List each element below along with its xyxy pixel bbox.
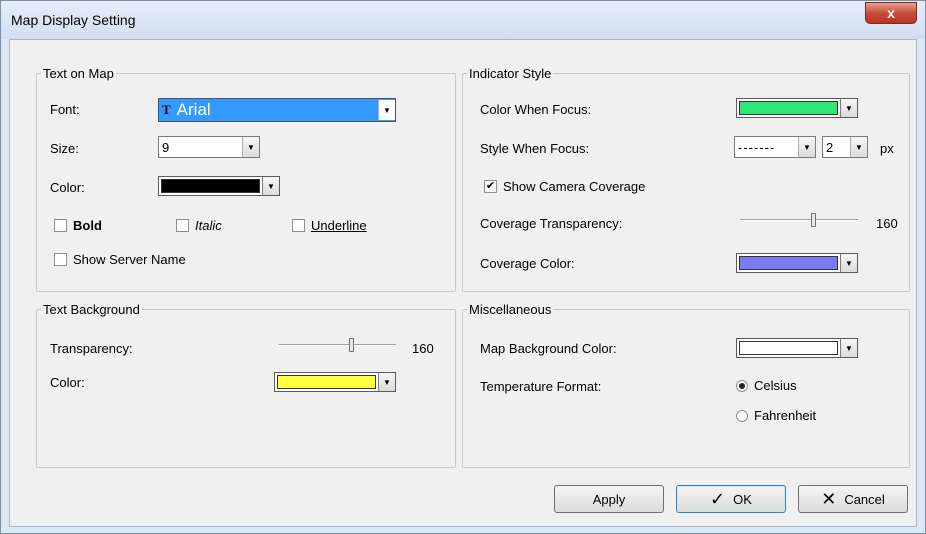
size-select[interactable]: 9 ▼ <box>158 136 260 158</box>
text-background-legend: Text Background <box>43 302 140 317</box>
text-color-label: Color: <box>50 180 85 195</box>
fahrenheit-radio-dot[interactable] <box>736 409 748 422</box>
ok-button-label: OK <box>733 491 752 507</box>
underline-label: Underline <box>311 218 367 233</box>
show-camera-coverage-label: Show Camera Coverage <box>503 179 646 194</box>
map-background-color-swatch <box>739 341 838 355</box>
cancel-x-icon: ✕ <box>821 489 837 509</box>
coverage-color-picker[interactable]: ▼ <box>736 253 858 273</box>
underline-checkbox[interactable]: Underline <box>292 218 367 233</box>
line-width-unit: px <box>880 141 894 156</box>
font-value: Arial <box>176 100 211 119</box>
show-camera-coverage-checkbox-box[interactable]: ✔ <box>484 180 497 193</box>
bold-label: Bold <box>73 218 102 233</box>
style-when-focus-label: Style When Focus: <box>480 141 590 156</box>
coverage-transparency-label: Coverage Transparency: <box>480 216 623 231</box>
background-color-dropdown-arrow[interactable]: ▼ <box>378 373 395 391</box>
line-style-value: ------- <box>738 139 776 155</box>
celsius-radio[interactable]: Celsius <box>736 378 797 393</box>
text-color-dropdown-arrow[interactable]: ▼ <box>262 177 279 195</box>
color-when-focus-label: Color When Focus: <box>480 102 592 117</box>
font-label: Font: <box>50 102 80 117</box>
coverage-transparency-value: 160 <box>876 216 898 231</box>
indicator-style-legend: Indicator Style <box>469 66 552 81</box>
coverage-color-dropdown-arrow[interactable]: ▼ <box>840 254 857 272</box>
italic-checkbox[interactable]: Italic <box>176 218 222 233</box>
window-title: Map Display Setting <box>11 12 136 28</box>
font-type-icon: T <box>162 102 171 117</box>
size-dropdown-arrow[interactable]: ▼ <box>242 137 259 157</box>
focus-color-swatch <box>739 101 838 115</box>
show-server-name-checkbox[interactable]: Show Server Name <box>54 252 186 267</box>
celsius-label: Celsius <box>754 378 797 393</box>
cancel-button-label: Cancel <box>844 491 885 507</box>
size-label: Size: <box>50 141 79 156</box>
close-icon: x <box>887 5 895 21</box>
focus-color-picker[interactable]: ▼ <box>736 98 858 118</box>
close-button[interactable]: x <box>865 2 917 24</box>
line-style-dropdown-arrow[interactable]: ▼ <box>798 137 815 157</box>
background-color-swatch <box>277 375 376 389</box>
text-transparency-slider[interactable] <box>278 337 396 353</box>
focus-color-dropdown-arrow[interactable]: ▼ <box>840 99 857 117</box>
apply-button-label: Apply <box>592 491 626 507</box>
map-background-color-picker[interactable]: ▼ <box>736 338 858 358</box>
fahrenheit-label: Fahrenheit <box>754 408 817 423</box>
size-value: 9 <box>162 139 170 155</box>
background-color-picker[interactable]: ▼ <box>274 372 396 392</box>
line-width-value: 2 <box>826 139 834 155</box>
coverage-color-label: Coverage Color: <box>480 256 575 271</box>
apply-button[interactable]: Apply <box>554 485 664 513</box>
show-camera-coverage-checkbox[interactable]: ✔ Show Camera Coverage <box>484 179 645 194</box>
map-background-color-label: Map Background Color: <box>480 341 617 356</box>
line-width-dropdown-arrow[interactable]: ▼ <box>850 137 867 157</box>
bold-checkbox-box[interactable] <box>54 219 67 232</box>
text-transparency-thumb[interactable] <box>349 338 354 352</box>
checkmark-icon: ✓ <box>710 489 726 509</box>
celsius-radio-dot[interactable] <box>736 379 748 392</box>
map-background-color-dropdown-arrow[interactable]: ▼ <box>840 339 857 357</box>
title-bar[interactable]: Map Display Setting x <box>1 1 925 39</box>
fahrenheit-radio[interactable]: Fahrenheit <box>736 408 816 423</box>
ok-button[interactable]: ✓ OK <box>676 485 786 513</box>
dialog-window: Map Display Setting x Text on Map Font: … <box>0 0 926 534</box>
text-color-swatch <box>161 179 260 193</box>
coverage-transparency-slider[interactable] <box>740 212 858 228</box>
font-dropdown-arrow[interactable]: ▼ <box>378 100 395 120</box>
coverage-transparency-track <box>740 219 858 221</box>
line-style-select[interactable]: ------- ▼ <box>734 136 816 158</box>
coverage-transparency-thumb[interactable] <box>811 213 816 227</box>
text-on-map-legend: Text on Map <box>43 66 114 81</box>
font-select[interactable]: T Arial ▼ <box>158 98 396 122</box>
italic-label: Italic <box>195 218 222 233</box>
text-color-picker[interactable]: ▼ <box>158 176 280 196</box>
text-transparency-value: 160 <box>412 341 434 356</box>
bold-checkbox[interactable]: Bold <box>54 218 102 233</box>
dialog-body: Text on Map Font: T Arial ▼ Size: 9 ▼ Co… <box>9 39 917 527</box>
text-transparency-track <box>278 344 396 346</box>
transparency-label: Transparency: <box>50 341 133 356</box>
line-width-select[interactable]: 2 ▼ <box>822 136 868 158</box>
coverage-color-swatch <box>739 256 838 270</box>
show-server-name-checkbox-box[interactable] <box>54 253 67 266</box>
show-server-name-label: Show Server Name <box>73 252 186 267</box>
underline-checkbox-box[interactable] <box>292 219 305 232</box>
miscellaneous-legend: Miscellaneous <box>469 302 552 317</box>
temperature-format-label: Temperature Format: <box>480 379 602 394</box>
cancel-button[interactable]: ✕ Cancel <box>798 485 908 513</box>
italic-checkbox-box[interactable] <box>176 219 189 232</box>
background-color-label: Color: <box>50 375 85 390</box>
